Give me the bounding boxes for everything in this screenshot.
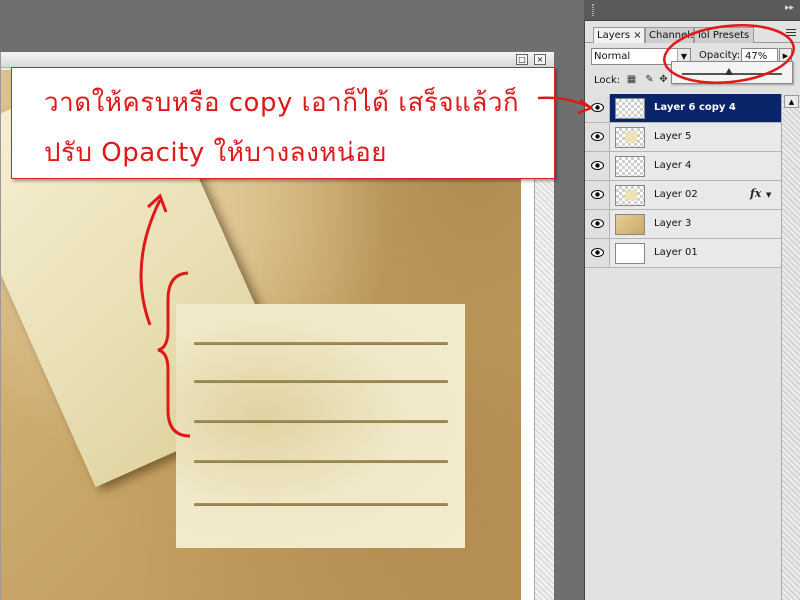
maximize-button[interactable]: □: [516, 54, 528, 65]
note-line: [194, 420, 448, 423]
layer-row[interactable]: Layer 01: [585, 239, 781, 268]
tab-layers[interactable]: Layers ×: [593, 27, 645, 43]
lock-position-icon[interactable]: ✥: [657, 73, 670, 86]
layer-name: Layer 5: [654, 131, 692, 142]
layer-row[interactable]: Layer 3: [585, 210, 781, 239]
close-button[interactable]: ×: [534, 54, 546, 65]
layer-name: Layer 4: [654, 160, 692, 171]
note-line: [194, 460, 448, 463]
tab-tool-presets[interactable]: iol Presets: [694, 27, 754, 43]
panel-tabs: Layers × Channels iol Presets: [585, 25, 800, 43]
layer-row[interactable]: Layer 02 fx ▼: [585, 181, 781, 210]
collapse-arrows-icon[interactable]: ▸▸: [785, 3, 794, 13]
layers-vertical-scrollbar[interactable]: ▲: [781, 94, 800, 600]
note-line: [194, 380, 448, 383]
layer-name: Layer 3: [654, 218, 692, 229]
layers-list: Layer 6 copy 4 Layer 5 Layer 4 Layer 02 …: [585, 94, 781, 274]
layer-thumbnail: [615, 98, 645, 119]
layer-thumbnail: [615, 156, 645, 177]
grip-icon[interactable]: [592, 4, 594, 16]
annotation-callout: วาดให้ครบหรือ copy เอาก็ได้ เสร็จแล้วก็ …: [11, 67, 555, 179]
layer-effects-icon[interactable]: fx: [750, 187, 761, 200]
layer-thumbnail: [615, 243, 645, 264]
lined-note-card: [176, 304, 465, 548]
layer-thumbnail: [615, 185, 645, 206]
chevron-down-icon[interactable]: ▼: [766, 191, 771, 199]
visibility-eye-icon[interactable]: [585, 239, 610, 267]
lock-label: Lock:: [594, 75, 621, 86]
visibility-eye-icon[interactable]: [585, 181, 610, 209]
layers-panel: Layers × Channels iol Presets Normal ▼ O…: [584, 21, 800, 600]
layer-row[interactable]: Layer 4: [585, 152, 781, 181]
blend-mode-value: Normal: [594, 51, 631, 62]
visibility-eye-icon[interactable]: [585, 94, 610, 122]
tab-channels[interactable]: Channels: [645, 27, 694, 43]
visibility-eye-icon[interactable]: [585, 152, 610, 180]
layer-name: Layer 6 copy 4: [654, 102, 736, 113]
layer-row[interactable]: Layer 6 copy 4: [585, 94, 781, 123]
note-line: [194, 503, 448, 506]
lock-image-pixels-icon[interactable]: ✎: [643, 73, 656, 86]
opacity-slider-thumb[interactable]: [725, 68, 733, 75]
note-line: [194, 342, 448, 345]
layer-name: Layer 01: [654, 247, 698, 258]
layer-thumbnail: [615, 127, 645, 148]
visibility-eye-icon[interactable]: [585, 210, 610, 238]
opacity-label: Opacity:: [699, 50, 741, 61]
document-title-bar[interactable]: □ ×: [1, 52, 554, 68]
layer-thumbnail: [615, 214, 645, 235]
annotation-line-2: ปรับ Opacity ให้บางลงหน่อย: [44, 138, 388, 168]
layer-row[interactable]: Layer 5: [585, 123, 781, 152]
opacity-slider-popup: [671, 61, 793, 84]
visibility-eye-icon[interactable]: [585, 123, 610, 151]
lock-transparent-pixels-icon[interactable]: ▦: [625, 73, 638, 86]
panel-dock-header[interactable]: ▸▸: [584, 0, 800, 21]
panel-menu-icon[interactable]: [786, 29, 796, 38]
scroll-up-icon[interactable]: ▲: [784, 95, 799, 108]
annotation-line-1: วาดให้ครบหรือ copy เอาก็ได้ เสร็จแล้วก็: [44, 88, 520, 118]
layer-name: Layer 02: [654, 189, 698, 200]
